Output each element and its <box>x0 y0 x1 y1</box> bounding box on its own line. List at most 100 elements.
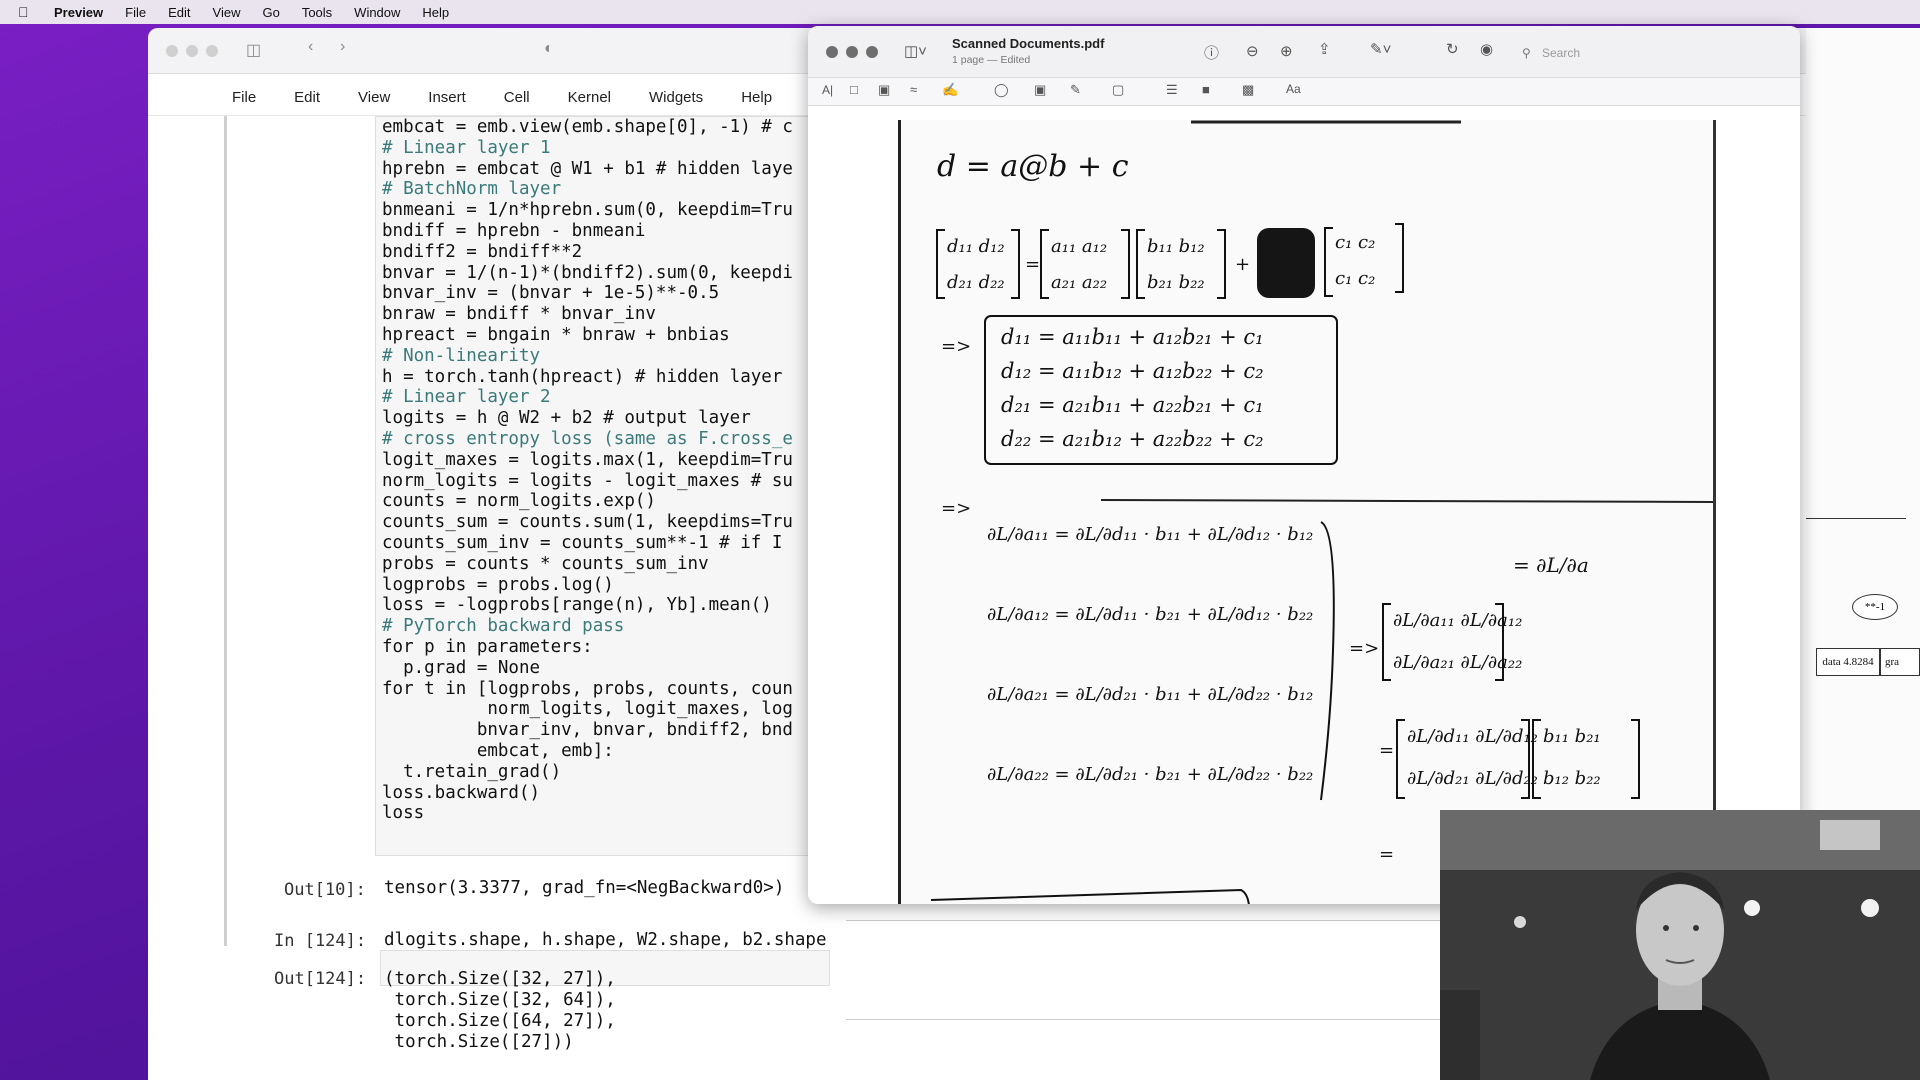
minimize-button[interactable] <box>186 45 198 57</box>
menu-view[interactable]: View <box>213 5 241 20</box>
svg-text:a₁₁ a₁₂: a₁₁ a₁₂ <box>1051 236 1107 257</box>
shapes-icon[interactable]: ◯ <box>994 82 1009 98</box>
background-lower-window <box>846 920 1446 1020</box>
graph-data-node: data 4.8284 <box>1816 648 1880 676</box>
text-select-icon[interactable]: A| <box>822 83 833 97</box>
sketch-icon[interactable]: ≈ <box>910 82 917 97</box>
sidebar-toggle-icon[interactable]: ◫˅ <box>904 42 927 60</box>
note-icon[interactable]: ▢ <box>1112 82 1124 98</box>
jupyter-menu-edit[interactable]: Edit <box>294 89 320 106</box>
markup-toolbar: A| □ ▣ ≈ ✍ ◯ ▣ ✎ ▢ ☰ ■ ▩ Aa <box>808 78 1800 106</box>
preview-window-controls <box>826 46 878 58</box>
menu-go[interactable]: Go <box>262 5 279 20</box>
out124-output: (torch.Size([32, 27]), torch.Size([32, 6… <box>384 969 616 1053</box>
sign-icon[interactable]: ✎ <box>1070 82 1081 98</box>
zoom-button[interactable] <box>206 45 218 57</box>
search-icon: ⚲ <box>1522 46 1531 60</box>
shape-style-icon[interactable]: ☰ <box>1166 82 1178 98</box>
text-box-icon[interactable]: ▣ <box>1034 82 1046 98</box>
sidebar-icon[interactable]: ◫ <box>246 40 261 60</box>
jupyter-menu-cell[interactable]: Cell <box>504 89 530 106</box>
jupyter-menu-insert[interactable]: Insert <box>428 89 466 106</box>
presenter-image <box>1440 810 1920 1080</box>
markup-icon[interactable]: ◉ <box>1480 40 1493 58</box>
svg-text:∂L/∂a₁₂ = ∂L/∂d₁₁ · b₂₁ + ∂L/∂: ∂L/∂a₁₂ = ∂L/∂d₁₁ · b₂₁ + ∂L/∂d₁₂ · b₂₂ <box>987 604 1313 625</box>
close-button[interactable] <box>166 45 178 57</box>
apple-icon[interactable]:  <box>18 4 32 20</box>
out124-label: Out[124]: <box>274 969 367 989</box>
menu-help[interactable]: Help <box>422 5 449 20</box>
webcam-overlay <box>1440 810 1920 1080</box>
svg-text:c₁ c₂: c₁ c₂ <box>1335 232 1375 253</box>
graph-op-node: **-1 <box>1852 594 1898 620</box>
code-cell[interactable]: embcat = emb.view(emb.shape[0], -1) # c #… <box>224 116 905 946</box>
jupyter-menu-widgets[interactable]: Widgets <box>649 89 703 106</box>
svg-text:=: = <box>1379 740 1394 761</box>
scanned-page: d = a@b + c d₁₁ d₁₂ d₂₁ d₂₂ = a₁₁ a₁₂ a₂… <box>898 120 1716 904</box>
out10-text: tensor(3.3377, grad_fn=<NegBackward0>) <box>384 878 785 898</box>
svg-text:b₂₁ b₂₂: b₂₁ b₂₂ <box>1147 272 1205 293</box>
svg-text:=: = <box>1025 254 1040 275</box>
row-d12: d₁₂ = a₁₁b₁₂ + a₁₂b₂₂ + c₂ <box>1001 359 1264 383</box>
rotate-icon[interactable]: ↻ <box>1446 40 1459 58</box>
implies-arrow-2: => <box>941 498 971 519</box>
row-d11: d₁₁ = a₁₁b₁₁ + a₁₂b₂₁ + c₁ <box>1001 325 1264 349</box>
svg-text:d₁₁ d₁₂: d₁₁ d₁₂ <box>947 236 1005 257</box>
preview-close-button[interactable] <box>826 46 838 58</box>
border-color-icon[interactable]: ■ <box>1202 82 1210 97</box>
out124-line: (torch.Size([32, 27]), <box>384 969 616 989</box>
svg-text:∂L/∂a₂₁ = ∂L/∂d₂₁ · b₁₁ + ∂L/∂: ∂L/∂a₂₁ = ∂L/∂d₂₁ · b₁₁ + ∂L/∂d₂₂ · b₁₂ <box>987 684 1313 705</box>
markup-pen-icon[interactable]: ✎˅ <box>1370 40 1391 58</box>
in124-label: In [124]: <box>274 931 367 951</box>
zoom-in-icon[interactable]: ⊕ <box>1280 42 1293 60</box>
draw-icon[interactable]: ✍ <box>942 82 958 98</box>
preview-zoom-button[interactable] <box>866 46 878 58</box>
back-icon[interactable]: ‹ <box>308 38 313 56</box>
out124-line: torch.Size([64, 27]), <box>384 1011 616 1031</box>
jupyter-menu-file[interactable]: File <box>232 89 256 106</box>
menu-window[interactable]: Window <box>354 5 400 20</box>
window-controls <box>166 45 218 57</box>
svg-text:+: + <box>1235 254 1250 275</box>
matrix-equation: d₁₁ d₁₂ d₂₁ d₂₂ = a₁₁ a₁₂ a₂₁ a₂₂ b₁₁ b₁… <box>936 223 1404 299</box>
in124-code[interactable]: dlogits.shape, h.shape, W2.shape, b2.sha… <box>384 930 827 951</box>
fill-color-icon[interactable]: ▩ <box>1242 82 1254 98</box>
info-icon[interactable]: ⓘ <box>1204 42 1219 63</box>
graph-edge <box>1806 518 1906 519</box>
svg-text:b₁₁ b₁₂: b₁₁ b₁₂ <box>1147 236 1205 257</box>
out124-line: torch.Size([27])) <box>384 1032 574 1052</box>
menu-edit[interactable]: Edit <box>168 5 190 20</box>
search-placeholder: Search <box>1542 46 1581 60</box>
share-icon[interactable]: ⇪ <box>1318 40 1331 58</box>
preview-toolbar: ◫˅ Scanned Documents.pdf 1 page — Edited… <box>808 26 1800 78</box>
menu-file[interactable]: File <box>125 5 146 20</box>
menu-tools[interactable]: Tools <box>302 5 332 20</box>
svg-text:b₁₁ b₂₁: b₁₁ b₂₁ <box>1543 726 1601 747</box>
macos-menubar:  Preview File Edit View Go Tools Window… <box>0 0 1920 24</box>
search-field[interactable]: ⚲ Search <box>1518 42 1638 64</box>
jupyter-menu-view[interactable]: View <box>358 89 390 106</box>
svg-text:a₂₁ a₂₂: a₂₁ a₂₂ <box>1051 272 1107 293</box>
svg-text:∂L/∂d₂₁ ∂L/∂d₂₂: ∂L/∂d₂₁ ∂L/∂d₂₂ <box>1407 768 1538 789</box>
zoom-out-icon[interactable]: ⊖ <box>1246 42 1259 60</box>
preview-minimize-button[interactable] <box>846 46 858 58</box>
app-menu-preview[interactable]: Preview <box>54 5 103 20</box>
row-d21: d₂₁ = a₂₁b₁₁ + a₂₂b₂₁ + c₁ <box>1001 393 1264 417</box>
instant-alpha-icon[interactable]: ▣ <box>878 82 890 98</box>
document-subtitle: 1 page — Edited <box>952 54 1031 66</box>
svg-text:b₁₂ b₂₂: b₁₂ b₂₂ <box>1543 768 1601 789</box>
jupyter-menu-help[interactable]: Help <box>741 89 772 106</box>
svg-text:c₁ c₂: c₁ c₂ <box>1335 268 1375 289</box>
privacy-icon[interactable]: ◐ <box>544 40 554 58</box>
equation-d-eq: d = a@b + c <box>937 149 1129 184</box>
out124-line: torch.Size([32, 64]), <box>384 990 616 1010</box>
svg-text:=: = <box>1379 844 1394 865</box>
preview-window: ◫˅ Scanned Documents.pdf 1 page — Edited… <box>808 26 1800 904</box>
forward-icon[interactable]: › <box>340 38 345 56</box>
text-style-icon[interactable]: Aa <box>1286 82 1301 96</box>
jupyter-menu-kernel[interactable]: Kernel <box>568 89 611 106</box>
svg-text:∂L/∂a₂₂ = ∂L/∂d₂₁ · b₂₁ + ∂L/∂: ∂L/∂a₂₂ = ∂L/∂d₂₁ · b₂₁ + ∂L/∂d₂₂ · b₂₂ <box>987 764 1313 785</box>
document-title: Scanned Documents.pdf <box>952 36 1105 51</box>
row-d22: d₂₂ = a₂₁b₁₂ + a₂₂b₂₂ + c₂ <box>1001 427 1264 451</box>
rect-select-icon[interactable]: □ <box>850 82 858 97</box>
